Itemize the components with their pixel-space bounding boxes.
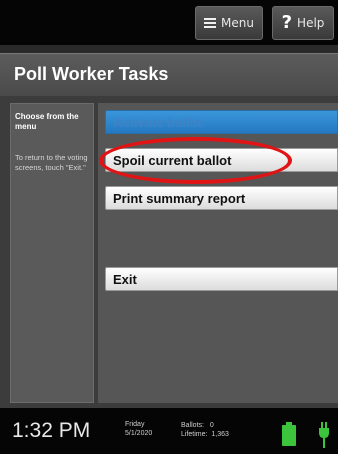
menu-button-label: Menu — [221, 16, 254, 30]
battery-icon — [282, 422, 296, 446]
top-bar: Menu ? Help — [0, 0, 338, 45]
title-band: Poll Worker Tasks — [0, 53, 338, 96]
date-display: Friday 5/1/2020 — [125, 420, 152, 438]
help-button[interactable]: ? Help — [272, 6, 334, 40]
question-mark-icon: ? — [281, 12, 293, 33]
ballots-count: Ballots: 0 — [181, 421, 229, 430]
ballots-value: 0 — [209, 422, 214, 429]
instruction-heading: Choose from the menu — [15, 112, 79, 131]
menu-button[interactable]: Menu — [195, 6, 263, 40]
ballot-counters: Ballots: 0 Lifetime: 1,363 — [181, 421, 229, 439]
hamburger-icon — [204, 18, 217, 28]
instruction-panel: Choose from the menu To return to the vo… — [10, 103, 94, 403]
exit-label: Exit — [113, 271, 137, 287]
clock-time: 1:32 PM — [12, 419, 91, 442]
activate-ballot-label: Activate ballot — [113, 114, 202, 130]
print-summary-report-button[interactable]: Print summary report — [105, 186, 338, 210]
lifetime-count: Lifetime: 1,363 — [181, 430, 229, 439]
activate-ballot-button[interactable]: Activate ballot — [105, 110, 338, 134]
date-label: 5/1/2020 — [125, 430, 153, 437]
day-label: Friday — [125, 421, 145, 428]
instruction-text: To return to the voting screens, touch "… — [15, 153, 88, 172]
lifetime-value: 1,363 — [211, 431, 229, 438]
spoil-current-ballot-button[interactable]: Spoil current ballot — [105, 148, 338, 172]
exit-button[interactable]: Exit — [105, 267, 338, 291]
power-plug-icon — [319, 422, 329, 448]
ballots-label: Ballots: — [181, 422, 204, 429]
spoil-current-ballot-label: Spoil current ballot — [113, 152, 232, 168]
lifetime-label: Lifetime: — [181, 431, 208, 438]
print-summary-report-label: Print summary report — [113, 190, 246, 206]
page-title: Poll Worker Tasks — [14, 64, 169, 84]
status-bar: 1:32 PM Friday 5/1/2020 Ballots: 0 Lifet… — [0, 408, 338, 454]
header-divider — [0, 45, 338, 53]
help-button-label: Help — [297, 16, 325, 30]
